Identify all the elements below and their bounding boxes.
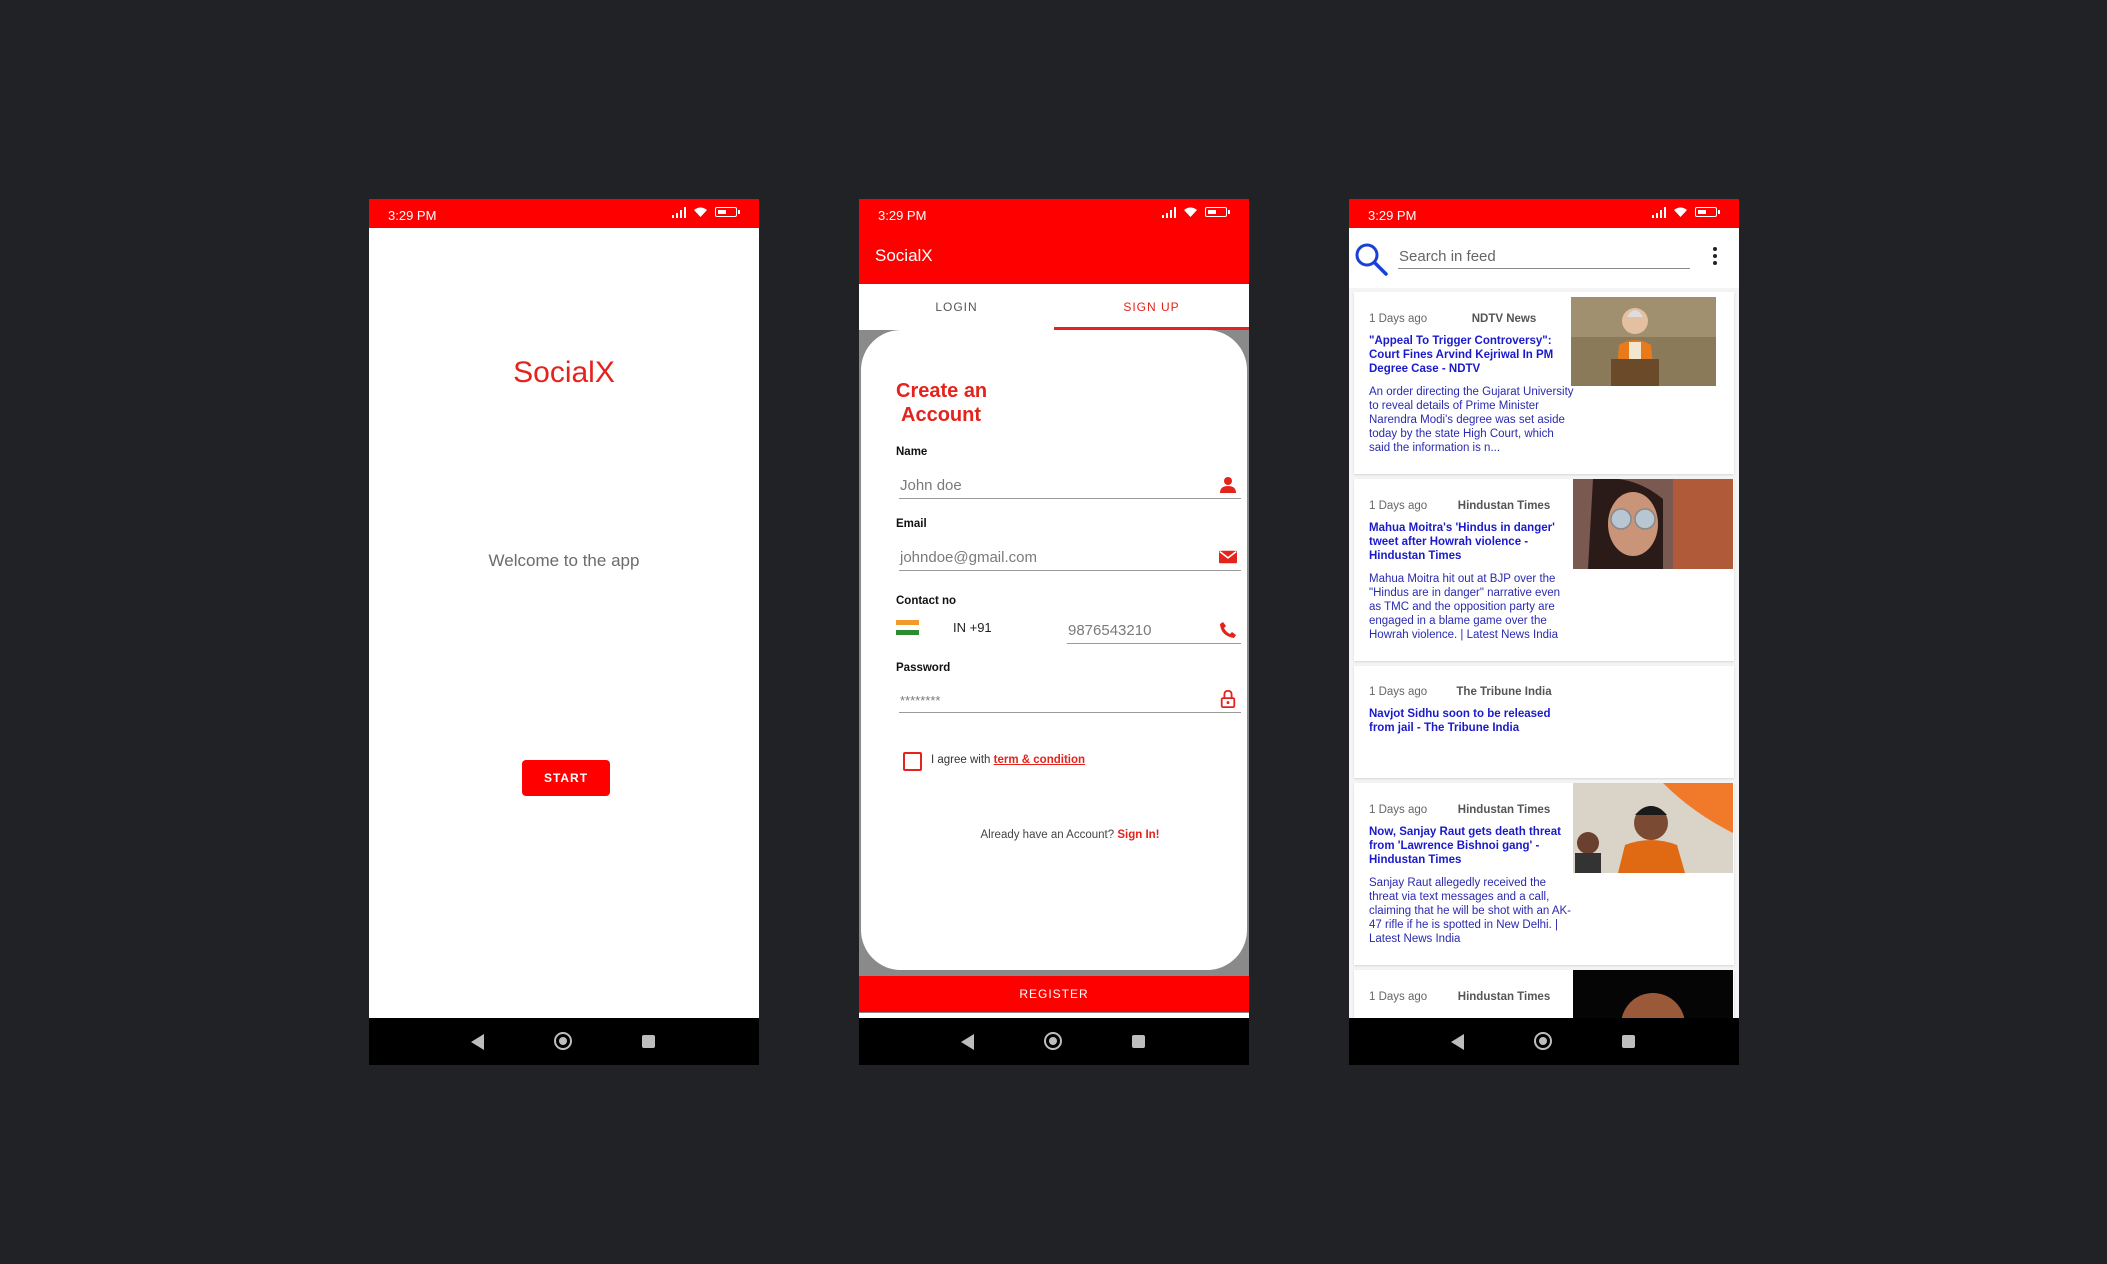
tab-login[interactable]: LOGIN — [859, 284, 1054, 330]
search-placeholder: Search in feed — [1399, 248, 1496, 265]
battery-icon — [1695, 207, 1720, 217]
email-field[interactable]: johndoe@gmail.com — [899, 546, 1241, 571]
lock-icon — [1220, 690, 1236, 708]
status-time: 3:29 PM — [388, 208, 437, 223]
article-source: The Tribune India — [1456, 686, 1552, 698]
phone-field[interactable]: 9876543210 — [1067, 619, 1241, 644]
back-icon[interactable] — [961, 1034, 974, 1050]
news-card[interactable]: 1 Days ago The Tribune India Navjot Sidh… — [1354, 666, 1734, 778]
wifi-icon — [694, 207, 707, 217]
status-time: 3:29 PM — [1368, 208, 1417, 223]
article-description: An order directing the Gujarat Universit… — [1369, 386, 1574, 454]
article-source: Hindustan Times — [1457, 500, 1551, 512]
article-description: Sanjay Raut allegedly received the threa… — [1369, 877, 1571, 945]
wifi-icon — [1674, 207, 1687, 217]
welcome-text: Welcome to the app — [488, 551, 640, 570]
feed-screen: 3:29 PM Search in feed 1 Days ago NDTV N… — [1349, 199, 1739, 1065]
recents-icon[interactable] — [1622, 1035, 1635, 1048]
agree-text: I agree with term & condition — [931, 754, 1086, 766]
already-account: Already have an Account? Sign In! — [980, 829, 1160, 841]
back-icon[interactable] — [471, 1034, 484, 1050]
home-icon[interactable] — [1534, 1032, 1552, 1050]
agree-checkbox[interactable] — [903, 752, 922, 771]
register-button[interactable]: REGISTER — [859, 976, 1249, 1012]
signal-icon — [1651, 206, 1666, 218]
article-headline[interactable]: Now, Sanjay Raut gets death threat from … — [1369, 825, 1569, 867]
nav-bar — [859, 1018, 1249, 1065]
article-time: 1 Days ago — [1369, 686, 1428, 698]
news-card[interactable]: 1 Days ago Hindustan Times — [1354, 970, 1734, 1018]
signal-icon — [671, 206, 686, 218]
start-button[interactable]: START — [522, 760, 610, 796]
article-headline[interactable]: "Appeal To Trigger Controversy": Court F… — [1369, 334, 1569, 376]
article-time: 1 Days ago — [1369, 991, 1428, 1003]
recents-icon[interactable] — [1132, 1035, 1145, 1048]
article-time: 1 Days ago — [1369, 500, 1428, 512]
email-label: Email — [896, 518, 927, 530]
auth-tabs: LOGIN SIGN UP — [859, 284, 1249, 330]
more-options-icon[interactable] — [1713, 247, 1717, 268]
tab-signup[interactable]: SIGN UP — [1054, 284, 1249, 330]
battery-icon — [715, 207, 740, 217]
article-time: 1 Days ago — [1369, 804, 1428, 816]
article-thumbnail — [1571, 297, 1716, 386]
article-source: Hindustan Times — [1457, 804, 1551, 816]
search-input[interactable]: Search in feed — [1398, 245, 1690, 269]
status-bar: 3:29 PM — [369, 199, 759, 228]
back-icon[interactable] — [1451, 1034, 1464, 1050]
person-icon — [1220, 477, 1236, 493]
email-value: johndoe@gmail.com — [900, 549, 1037, 566]
terms-link[interactable]: term & condition — [994, 754, 1085, 766]
article-description: Mahua Moitra hit out at BJP over the "Hi… — [1369, 573, 1560, 641]
signup-screen: 3:29 PM SocialX LOGIN SIGN UP Create an … — [859, 199, 1249, 1065]
app-title: SocialX — [513, 356, 615, 389]
article-headline[interactable]: Navjot Sidhu soon to be released from ja… — [1369, 707, 1569, 735]
contact-label: Contact no — [896, 595, 957, 607]
article-thumbnail — [1573, 783, 1733, 873]
article-thumbnail — [1573, 479, 1733, 569]
phone-value: 9876543210 — [1068, 622, 1152, 639]
mail-icon — [1219, 550, 1237, 564]
status-time: 3:29 PM — [878, 208, 927, 223]
password-value: ******** — [900, 693, 941, 708]
app-bar-title: SocialX — [875, 246, 933, 265]
news-card[interactable]: 1 Days ago NDTV News "Appeal To Trigger … — [1354, 292, 1734, 474]
search-icon[interactable] — [1354, 242, 1388, 276]
signal-icon — [1161, 206, 1176, 218]
welcome-screen: 3:29 PM SocialX Welcome to the app START — [369, 199, 759, 1065]
nav-bar — [369, 1018, 759, 1065]
status-bar: 3:29 PM — [859, 199, 1249, 228]
form-heading: Create an Account — [896, 380, 988, 426]
home-icon[interactable] — [554, 1032, 572, 1050]
name-value: John doe — [900, 477, 962, 494]
article-headline[interactable]: Mahua Moitra's 'Hindus in danger' tweet … — [1369, 521, 1569, 563]
password-field[interactable]: ******** — [899, 688, 1241, 713]
phone-icon — [1220, 622, 1236, 638]
search-bar: Search in feed — [1349, 228, 1739, 288]
country-code[interactable]: IN +91 — [953, 620, 992, 635]
news-feed[interactable]: 1 Days ago NDTV News "Appeal To Trigger … — [1349, 288, 1739, 1018]
recents-icon[interactable] — [642, 1035, 655, 1048]
nav-bar — [1349, 1018, 1739, 1065]
india-flag-icon[interactable] — [896, 620, 919, 635]
name-field[interactable]: John doe — [899, 474, 1241, 499]
wifi-icon — [1184, 207, 1197, 217]
news-card[interactable]: 1 Days ago Hindustan Times Mahua Moitra'… — [1354, 479, 1734, 661]
news-card[interactable]: 1 Days ago Hindustan Times Now, Sanjay R… — [1354, 783, 1734, 965]
article-source: NDTV News — [1471, 313, 1537, 325]
app-bar: SocialX — [859, 228, 1249, 284]
status-bar: 3:29 PM — [1349, 199, 1739, 228]
battery-icon — [1205, 207, 1230, 217]
article-time: 1 Days ago — [1369, 313, 1428, 325]
signin-link[interactable]: Sign In! — [1117, 829, 1159, 841]
home-icon[interactable] — [1044, 1032, 1062, 1050]
article-thumbnail — [1573, 970, 1733, 1018]
name-label: Name — [896, 446, 928, 458]
password-label: Password — [896, 662, 951, 674]
article-source: Hindustan Times — [1457, 991, 1551, 1003]
